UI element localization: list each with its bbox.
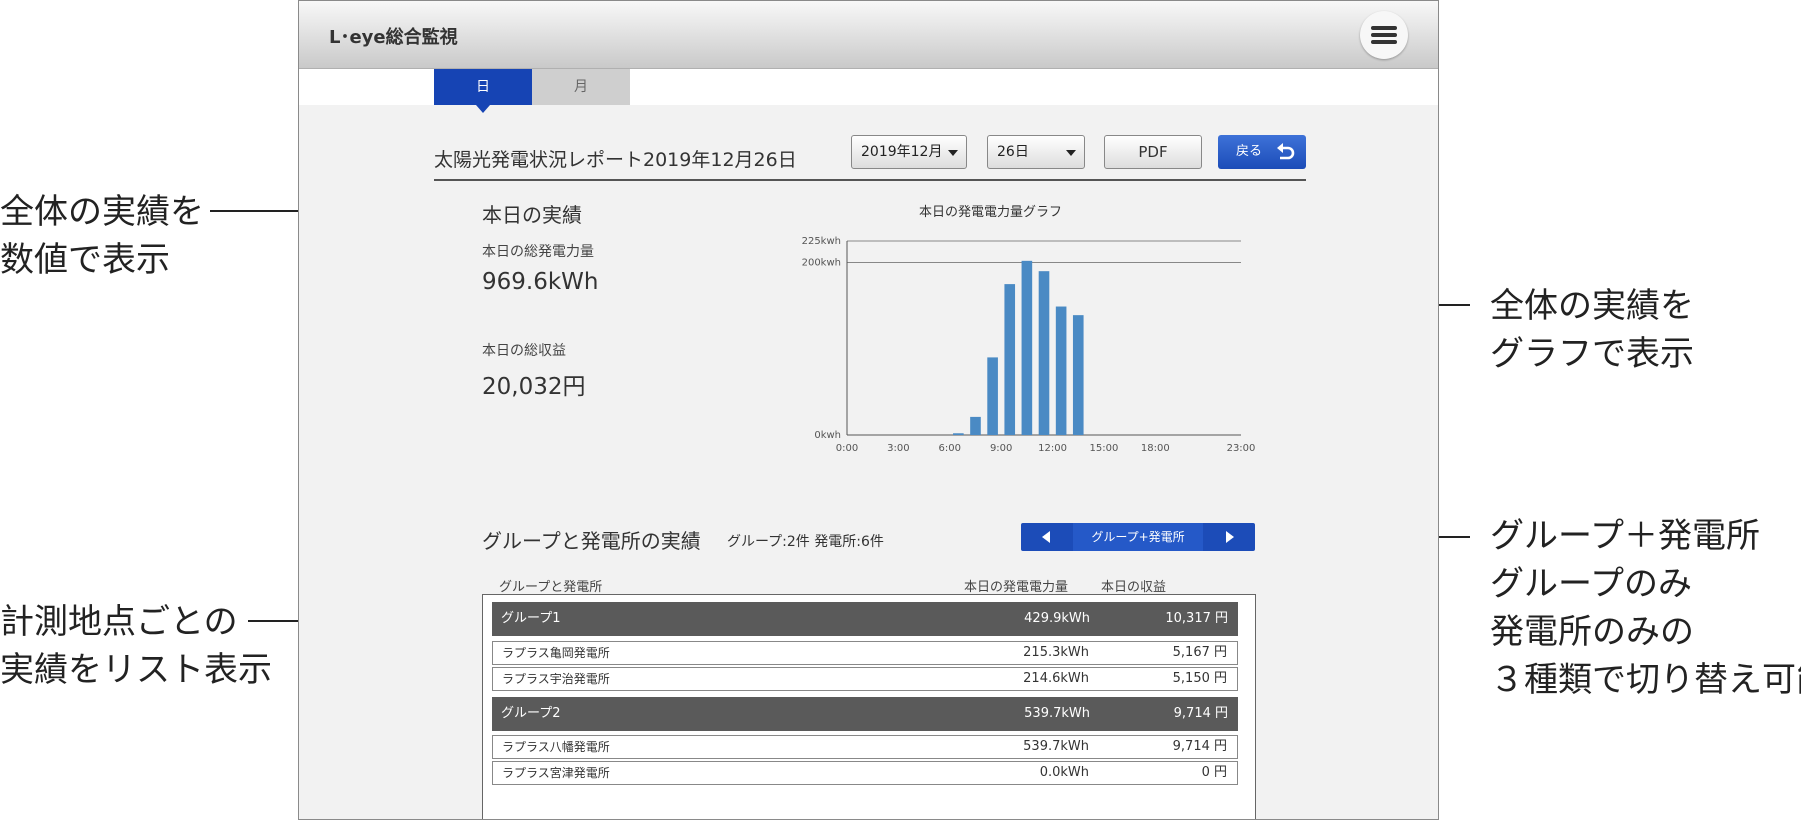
row-power: 215.3kWh — [1023, 645, 1089, 660]
chart-bar — [1004, 284, 1016, 435]
y-tick-label: 200kwh — [802, 258, 841, 269]
column-header-power: 本日の発電電力量 — [964, 580, 1069, 595]
annotation-switch-line3: 発電所のみの — [1490, 612, 1694, 652]
period-tabs: 日 月 — [299, 69, 1438, 113]
results-table: グループ1 429.9kWh 10,317 円ラプラス亀岡発電所 215.3kWh 5,… — [482, 594, 1256, 819]
y-tick-label: 225kwh — [802, 236, 841, 247]
site-row[interactable]: ラプラス宮津発電所 0.0kWh 0 円 — [492, 761, 1238, 785]
site-row[interactable]: ラプラス八幡発電所 539.7kWh 9,714 円 — [492, 735, 1238, 759]
tab-day[interactable]: 日 — [434, 69, 532, 113]
row-name: ラプラス八幡発電所 — [502, 740, 610, 754]
annotation-summary-line2: 数値で表示 — [0, 240, 170, 280]
title-divider — [434, 179, 1306, 181]
column-header-name: グループと発電所 — [499, 580, 603, 595]
chart-bar — [953, 433, 964, 435]
annotation-switch-line4: ３種類で切り替え可能 — [1490, 660, 1801, 700]
switch-prev-button[interactable] — [1021, 523, 1073, 551]
back-button[interactable]: 戻る — [1218, 135, 1306, 169]
month-select-value: 2019年12月 — [861, 144, 943, 160]
day-select[interactable]: 26日 — [987, 135, 1085, 169]
list-heading: グループと発電所の実績 — [482, 529, 701, 553]
column-header-revenue: 本日の収益 — [1101, 580, 1167, 595]
row-revenue: 0 円 — [1201, 765, 1227, 780]
row-power: 429.9kWh — [1024, 611, 1090, 626]
y-tick-label: 0kwh — [814, 430, 841, 441]
x-tick-label: 3:00 — [887, 443, 909, 454]
x-tick-label: 15:00 — [1090, 443, 1119, 454]
report-title: 太陽光発電状況レポート2019年12月26日 — [434, 149, 797, 171]
header-bar: L･eye総合監視 — [299, 1, 1438, 69]
list-counts: グループ:2件 発電所:6件 — [727, 534, 884, 550]
row-revenue: 9,714 円 — [1173, 706, 1228, 721]
annotation-switch-line1: グループ＋発電所 — [1490, 516, 1760, 556]
site-row[interactable]: ラプラス宇治発電所 214.6kWh 5,150 円 — [492, 667, 1238, 691]
row-power: 539.7kWh — [1023, 739, 1089, 754]
total-revenue-value: 20,032円 — [482, 374, 586, 400]
total-revenue-label: 本日の総収益 — [482, 343, 566, 359]
chart-bar — [1055, 306, 1067, 435]
site-row[interactable]: ラプラス亀岡発電所 215.3kWh 5,167 円 — [492, 641, 1238, 665]
row-name: ラプラス亀岡発電所 — [502, 646, 610, 660]
annotation-chart-line2: グラフで表示 — [1490, 334, 1694, 374]
pdf-button[interactable]: PDF — [1104, 135, 1202, 169]
annotation-switch-line2: グループのみ — [1490, 564, 1692, 604]
row-name: ラプラス宇治発電所 — [502, 672, 610, 686]
x-tick-label: 0:00 — [836, 443, 858, 454]
annotation-list-line1: 計測地点ごとの — [0, 602, 238, 642]
tab-month[interactable]: 月 — [532, 69, 630, 105]
annotation-chart-line1: 全体の実績を — [1490, 286, 1694, 326]
back-arrow-icon — [1277, 143, 1295, 160]
row-revenue: 9,714 円 — [1172, 739, 1227, 754]
view-switcher: グループ+発電所 — [1021, 523, 1255, 551]
annotation-summary-line1: 全体の実績を — [0, 192, 204, 232]
month-select[interactable]: 2019年12月 — [851, 135, 967, 169]
x-tick-label: 9:00 — [990, 443, 1012, 454]
chart-title: 本日の発電電力量グラフ — [919, 205, 1063, 220]
row-revenue: 10,317 円 — [1165, 611, 1228, 626]
row-name: グループ2 — [501, 706, 561, 721]
switch-next-button[interactable] — [1203, 523, 1255, 551]
chevron-down-icon — [948, 150, 958, 156]
chart-bar — [1072, 315, 1084, 435]
daily-power-chart: 225kwh 200kwh 0kwh 0:00 3:00 6:00 9:00 12:00 15:… — [802, 236, 1256, 454]
chevron-down-icon — [1066, 150, 1076, 156]
row-power: 214.6kWh — [1023, 671, 1089, 686]
row-power: 539.7kWh — [1024, 706, 1090, 721]
chart-bar — [987, 357, 998, 435]
app-title: L･eye総合監視 — [329, 27, 458, 48]
app-window: L･eye総合監視 日 月 太陽光発電状況レポート2019年12月26日 201… — [298, 0, 1439, 820]
group-row[interactable]: グループ2 539.7kWh 9,714 円 — [492, 697, 1238, 731]
annotation-list-line2: 実績をリスト表示 — [0, 650, 272, 690]
chart-bar — [1038, 271, 1050, 435]
row-power: 0.0kWh — [1039, 765, 1089, 780]
row-revenue: 5,167 円 — [1172, 645, 1227, 660]
row-revenue: 5,150 円 — [1172, 671, 1227, 686]
hamburger-menu-icon[interactable] — [1360, 11, 1408, 59]
total-power-label: 本日の総発電力量 — [482, 244, 594, 260]
total-power-value: 969.6kWh — [482, 269, 599, 295]
summary-heading: 本日の実績 — [482, 203, 582, 227]
row-name: グループ1 — [501, 611, 561, 626]
x-tick-label: 23:00 — [1227, 443, 1256, 454]
chart-bar — [1021, 260, 1033, 435]
day-select-value: 26日 — [997, 144, 1029, 160]
x-tick-label: 18:00 — [1141, 443, 1170, 454]
x-tick-label: 6:00 — [939, 443, 961, 454]
group-row[interactable]: グループ1 429.9kWh 10,317 円 — [492, 602, 1238, 636]
x-tick-label: 12:00 — [1038, 443, 1067, 454]
chart-bar — [970, 416, 981, 435]
back-button-label: 戻る — [1236, 144, 1263, 159]
switch-mode-label: グループ+発電所 — [1073, 523, 1203, 551]
row-name: ラプラス宮津発電所 — [502, 766, 610, 780]
